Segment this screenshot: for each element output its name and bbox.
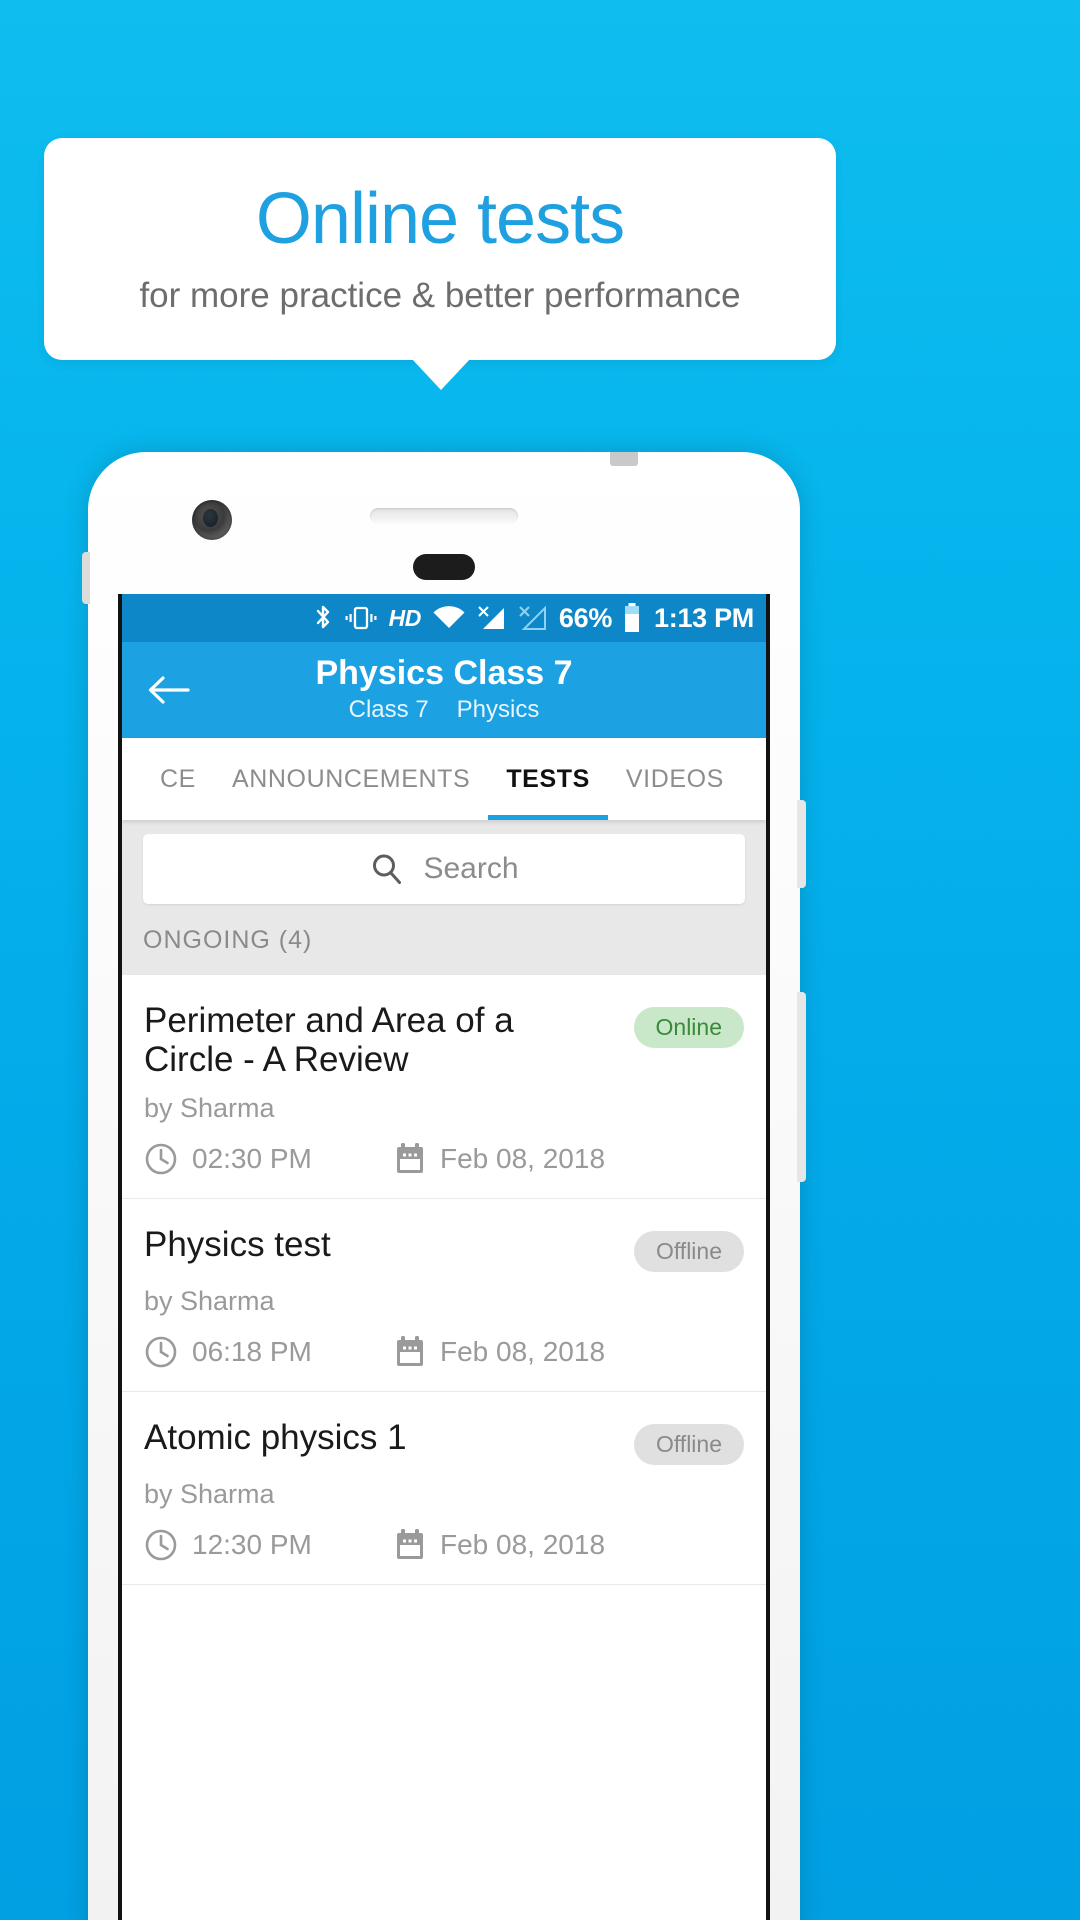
test-date-label: Feb 08, 2018 (440, 1336, 606, 1368)
test-title: Atomic physics 1 (144, 1418, 407, 1458)
back-arrow-icon[interactable] (146, 667, 192, 713)
phone-antenna-band (610, 452, 638, 466)
earpiece-speaker (370, 508, 518, 524)
test-date: Feb 08, 2018 (394, 1142, 605, 1176)
test-author: by Sharma (144, 1479, 275, 1510)
test-date: Feb 08, 2018 (394, 1528, 605, 1562)
wifi-icon (432, 605, 466, 631)
test-time: 06:18 PM (144, 1335, 394, 1369)
promo-title: Online tests (255, 178, 625, 259)
card-meta: 12:30 PM Feb 08, 2018 (144, 1528, 744, 1562)
card-header: Atomic physics 1 Offline (144, 1418, 744, 1466)
search-placeholder: Search (423, 852, 519, 885)
tab-bar: CE ANNOUNCEMENTS TESTS VIDEOS (122, 738, 766, 820)
test-time: 02:30 PM (144, 1142, 394, 1176)
status-badge: Online (633, 1007, 744, 1048)
signal-no-sim-icon (477, 605, 507, 632)
status-bar: HD 66% 1:13 PM (122, 594, 766, 642)
tab-videos[interactable]: VIDEOS (608, 738, 742, 820)
promo-callout: Online tests for more practice & better … (44, 138, 836, 360)
card-meta: 02:30 PM Feb 08, 2018 (144, 1142, 744, 1176)
tab-tests[interactable]: TESTS (488, 738, 608, 820)
breadcrumb: Class 7 Physics (349, 696, 540, 724)
table-row[interactable]: Physics test Offline by Sharma 06:18 PM (122, 1199, 766, 1393)
table-row[interactable]: Atomic physics 1 Offline by Sharma 12:30… (122, 1392, 766, 1586)
vibrate-icon (344, 604, 378, 632)
clock-icon (144, 1335, 178, 1369)
phone-screen: HD 66% 1:13 PM Physics Class 7 Class 7 P… (118, 594, 770, 1920)
test-title: Perimeter and Area of a Circle - A Revie… (144, 1001, 514, 1080)
test-date-label: Feb 08, 2018 (440, 1143, 606, 1175)
tab-announcements[interactable]: ANNOUNCEMENTS (214, 738, 488, 820)
card-meta: 06:18 PM Feb 08, 2018 (144, 1335, 744, 1369)
test-time: 12:30 PM (144, 1528, 394, 1562)
bluetooth-icon (313, 603, 333, 633)
test-title: Physics test (144, 1225, 331, 1265)
status-badge: Offline (633, 1424, 744, 1466)
home-button[interactable] (413, 554, 475, 580)
status-bar-clock: 1:13 PM (654, 602, 754, 633)
test-date: Feb 08, 2018 (394, 1335, 605, 1369)
clock-icon (144, 1142, 178, 1176)
breadcrumb-class: Class 7 (348, 695, 429, 723)
breadcrumb-subject: Physics (456, 695, 540, 723)
calendar-icon (394, 1528, 426, 1562)
section-header-ongoing: ONGOING (4) (122, 926, 766, 975)
test-author: by Sharma (144, 1286, 275, 1317)
search-icon (369, 851, 405, 887)
left-side-button[interactable] (82, 552, 90, 604)
calendar-icon (394, 1335, 426, 1369)
hd-icon: HD (388, 604, 422, 631)
clock-icon (144, 1528, 178, 1562)
calendar-icon (394, 1142, 426, 1176)
page-title: Physics Class 7 (315, 654, 573, 693)
search-input[interactable]: Search (143, 834, 745, 904)
phone-mockup: HD 66% 1:13 PM Physics Class 7 Class 7 P… (82, 452, 806, 1920)
card-header: Physics test Offline (144, 1225, 744, 1273)
battery-icon (623, 603, 641, 633)
test-time-label: 02:30 PM (192, 1143, 312, 1175)
volume-button[interactable] (797, 992, 806, 1182)
tab-ce[interactable]: CE (142, 738, 214, 820)
test-time-label: 06:18 PM (192, 1336, 312, 1368)
status-badge: Offline (633, 1231, 744, 1273)
signal-no-service-icon (518, 605, 548, 632)
test-author: by Sharma (144, 1093, 275, 1124)
search-area: Search (122, 820, 766, 926)
table-row[interactable]: Perimeter and Area of a Circle - A Revie… (122, 975, 766, 1200)
promo-subtitle: for more practice & better performance (139, 275, 741, 315)
power-button[interactable] (797, 800, 806, 888)
app-bar: Physics Class 7 Class 7 Physics (122, 642, 766, 738)
front-camera-icon (192, 500, 232, 540)
promo-callout-tail (411, 358, 471, 390)
card-header: Perimeter and Area of a Circle - A Revie… (144, 1001, 744, 1079)
test-time-label: 12:30 PM (192, 1529, 312, 1561)
battery-percent-label: 66% (558, 602, 613, 633)
test-date-label: Feb 08, 2018 (440, 1529, 606, 1561)
